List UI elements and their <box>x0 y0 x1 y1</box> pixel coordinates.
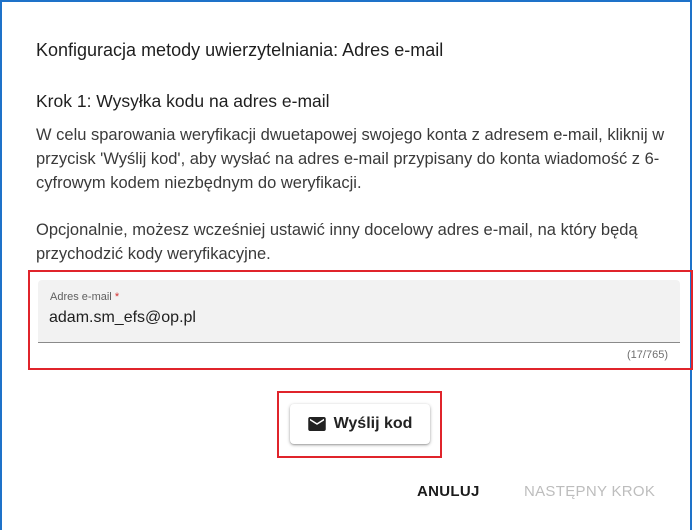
send-code-button[interactable]: Wyślij kod <box>290 404 430 444</box>
email-field[interactable]: Adres e-mail * <box>38 280 680 343</box>
mail-icon <box>307 417 326 431</box>
email-label-text: Adres e-mail <box>50 291 112 303</box>
required-mark: * <box>114 291 120 303</box>
step-title: Krok 1: Wysyłka kodu na adres e-mail <box>36 91 330 111</box>
cancel-button[interactable]: ANULUJ <box>417 483 480 500</box>
email-field-label: Adres e-mail * <box>50 291 119 303</box>
auth-config-dialog: Konfiguracja metody uwierzytelniania: Ad… <box>0 0 693 530</box>
optional-info-paragraph: Opcjonalnie, możesz wcześniej ustawić in… <box>36 221 638 263</box>
email-input[interactable] <box>49 309 649 327</box>
send-code-label: Wyślij kod <box>333 415 413 432</box>
next-step-button[interactable]: NASTĘPNY KROK <box>524 483 655 500</box>
dialog-title: Konfiguracja metody uwierzytelniania: Ad… <box>36 40 444 60</box>
character-counter: (17/765) <box>627 349 668 361</box>
instructions-paragraph: W celu sparowania weryfikacji dwuetapowe… <box>36 126 665 192</box>
